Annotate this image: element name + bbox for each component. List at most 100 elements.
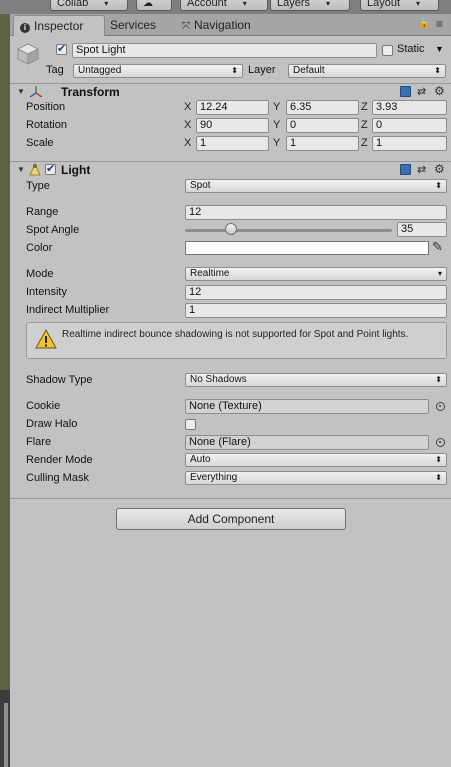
scrollbar-edge[interactable] — [4, 703, 8, 767]
flare-object-field[interactable]: None (Flare) — [185, 435, 429, 450]
inspector-panel: Spot Light Static ▼ Tag Untagged⬍ Layer … — [10, 37, 451, 767]
static-dropdown-arrow-icon[interactable]: ▼ — [435, 44, 444, 54]
axis-z-label[interactable]: Z — [361, 101, 368, 113]
light-enabled-checkbox[interactable] — [45, 162, 56, 175]
spot-angle-slider-thumb[interactable] — [224, 223, 237, 235]
gameobject-name-field[interactable]: Spot Light — [72, 43, 377, 58]
gear-icon[interactable]: ⚙ — [434, 84, 445, 98]
updown-arrow-icon: ⬍ — [434, 66, 441, 75]
axis-x-label[interactable]: X — [184, 101, 191, 113]
updown-arrow-icon: ⬍ — [435, 375, 442, 384]
range-field[interactable]: 12 — [185, 205, 447, 220]
lock-icon[interactable]: 🔒 — [418, 18, 430, 29]
light-title: Light — [61, 163, 91, 177]
warning-icon — [35, 328, 57, 352]
account-icon-button[interactable]: ☁ — [136, 0, 172, 11]
account-label: Account — [187, 0, 227, 9]
axis-x-label[interactable]: X — [184, 137, 191, 149]
preset-icon[interactable]: ⇄ — [417, 163, 426, 176]
light-header[interactable]: ▼ Light ⇄ ⚙ — [10, 161, 451, 178]
indirect-multiplier-field[interactable]: 1 — [185, 303, 447, 318]
layers-label: Layers — [277, 0, 311, 9]
range-label: Range — [26, 206, 59, 218]
axis-y-label[interactable]: Y — [273, 119, 280, 131]
account-button[interactable]: Account ▾ — [180, 0, 268, 11]
draw-halo-label: Draw Halo — [26, 418, 78, 430]
warning-helpbox: Realtime indirect bounce shadowing is no… — [26, 322, 447, 359]
rotation-y-field[interactable]: 0 — [286, 118, 359, 133]
tag-dropdown[interactable]: Untagged ⬍ — [73, 64, 243, 78]
info-icon: i — [20, 23, 30, 33]
layer-label: Layer — [248, 64, 276, 76]
axis-x-label[interactable]: X — [184, 119, 191, 131]
preset-icon[interactable]: ⇄ — [417, 85, 426, 98]
culling-mask-value: Everything — [190, 472, 238, 483]
layout-label: Layout — [367, 0, 401, 9]
object-picker-icon[interactable] — [436, 438, 445, 447]
culling-mask-label: Culling Mask — [26, 472, 89, 484]
rotation-z-field[interactable]: 0 — [372, 118, 447, 133]
chevron-down-icon: ▾ — [416, 0, 421, 8]
axis-z-label[interactable]: Z — [361, 137, 368, 149]
indirect-multiplier-label: Indirect Multiplier — [26, 304, 110, 316]
tab-services[interactable]: Services — [104, 15, 174, 36]
gameobject-active-checkbox[interactable] — [56, 42, 67, 55]
color-label: Color — [26, 242, 53, 254]
navigation-icon: ⤧ — [182, 21, 190, 32]
draw-halo-checkbox[interactable] — [185, 419, 196, 430]
render-mode-value: Auto — [190, 454, 211, 465]
collab-button[interactable]: Collab ▾ — [50, 0, 128, 11]
spot-angle-field[interactable]: 35 — [397, 222, 447, 237]
axis-y-label[interactable]: Y — [273, 137, 280, 149]
mode-value: Realtime — [190, 268, 230, 279]
updown-arrow-icon: ⬍ — [435, 181, 442, 190]
component-divider — [10, 498, 451, 499]
cookie-object-field[interactable]: None (Texture) — [185, 399, 429, 414]
transform-title: Transform — [61, 85, 120, 99]
layers-button[interactable]: Layers ▾ — [270, 0, 350, 11]
updown-arrow-icon: ⬍ — [435, 455, 442, 464]
scale-x-field[interactable]: 1 — [196, 136, 269, 151]
tab-menu-icon[interactable]: ≡ — [436, 17, 443, 31]
fold-arrow-icon[interactable]: ▼ — [17, 165, 25, 174]
object-picker-icon[interactable] — [436, 402, 445, 411]
layer-dropdown[interactable]: Default ⬍ — [288, 64, 446, 78]
axis-y-label[interactable]: Y — [273, 101, 280, 113]
scale-z-field[interactable]: 1 — [372, 136, 447, 151]
tab-label: Services — [110, 18, 157, 32]
tab-bar: i Inspector Services ⤧ Navigation 🔒 ≡ — [10, 14, 451, 36]
color-swatch[interactable] — [185, 241, 429, 255]
position-y-field[interactable]: 6.35 — [286, 100, 359, 115]
tab-inspector[interactable]: i Inspector — [13, 15, 105, 36]
intensity-field[interactable]: 12 — [185, 285, 447, 300]
tag-value: Untagged — [78, 65, 122, 76]
help-book-icon[interactable] — [400, 164, 411, 175]
type-dropdown[interactable]: Spot ⬍ — [185, 179, 447, 193]
culling-mask-dropdown[interactable]: Everything ⬍ — [185, 471, 447, 485]
warning-text: Realtime indirect bounce shadowing is no… — [62, 329, 409, 340]
scale-y-field[interactable]: 1 — [286, 136, 359, 151]
scale-label: Scale — [26, 137, 54, 149]
render-mode-label: Render Mode — [26, 454, 93, 466]
layout-button[interactable]: Layout ▾ — [360, 0, 439, 11]
rotation-x-field[interactable]: 90 — [196, 118, 269, 133]
position-x-field[interactable]: 12.24 — [196, 100, 269, 115]
shadow-type-label: Shadow Type — [26, 374, 93, 386]
tab-navigation[interactable]: ⤧ Navigation — [176, 15, 276, 36]
spot-angle-slider-track[interactable] — [185, 229, 392, 232]
tab-label: Navigation — [194, 18, 251, 32]
render-mode-dropdown[interactable]: Auto ⬍ — [185, 453, 447, 467]
axis-z-label[interactable]: Z — [361, 119, 368, 131]
mode-dropdown[interactable]: Realtime ▾ — [185, 267, 447, 281]
fold-arrow-icon[interactable]: ▼ — [17, 87, 25, 96]
spot-angle-label: Spot Angle — [26, 224, 80, 236]
eyedropper-icon[interactable]: ✎ — [432, 239, 443, 255]
position-z-field[interactable]: 3.93 — [372, 100, 447, 115]
gear-icon[interactable]: ⚙ — [434, 162, 445, 176]
chevron-down-icon: ▾ — [437, 269, 442, 278]
static-checkbox[interactable] — [382, 45, 393, 56]
help-book-icon[interactable] — [400, 86, 411, 97]
shadow-type-dropdown[interactable]: No Shadows ⬍ — [185, 373, 447, 387]
add-component-button[interactable]: Add Component — [116, 508, 346, 530]
transform-header[interactable]: ▼ Transform ⇄ ⚙ — [10, 83, 451, 100]
